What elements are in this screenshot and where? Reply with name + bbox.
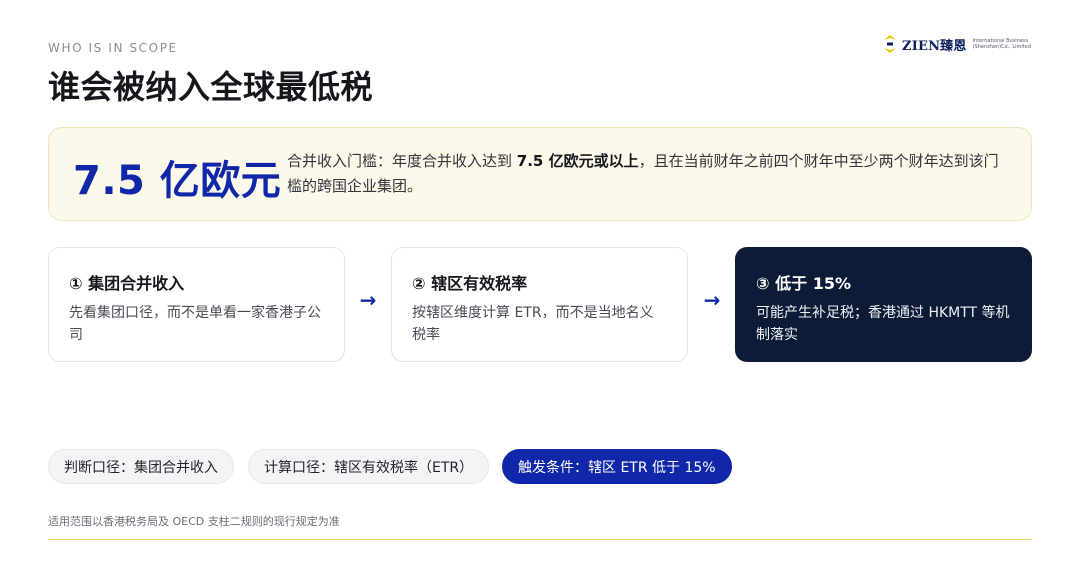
page-title: 谁会被纳入全球最低税 — [48, 68, 374, 106]
step-title: ① 集团合并收入 — [69, 274, 185, 293]
flow-arrow-icon: → — [703, 288, 721, 312]
threshold-description: 合并收入门槛：年度合并收入达到 7.5 亿欧元或以上，且在当前财年之前四个财年中… — [287, 149, 1007, 199]
step-title: ③ 低于 15% — [756, 274, 851, 293]
threshold-figure: 7.5 亿欧元 — [73, 158, 282, 204]
step-description: 按辖区维度计算 ETR，而不是当地名义税率 — [412, 305, 654, 343]
chip-calculation-basis[interactable]: 计算口径：辖区有效税率（ETR） — [248, 449, 490, 484]
footer-divider — [48, 539, 1032, 540]
revenue-threshold-card: 7.5 亿欧元 合并收入门槛：年度合并收入达到 7.5 亿欧元或以上，且在当前财… — [48, 127, 1032, 221]
step-card-below-minimum: ③ 低于 15% 可能产生补足税；香港通过 HKMTT 等机制落实 — [735, 247, 1032, 362]
step-card-group-revenue: ① 集团合并收入 先看集团口径，而不是单看一家香港子公司 — [48, 247, 345, 362]
threshold-desc-lead: 合并收入门槛：年度合并收入达到 — [287, 152, 517, 170]
logo-subtitle: International Business (Shenzhen)Co., Li… — [973, 38, 1031, 50]
step-title: ② 辖区有效税率 — [412, 274, 528, 293]
section-eyebrow: WHO IS IN SCOPE — [48, 41, 178, 55]
step-card-effective-tax-rate: ② 辖区有效税率 按辖区维度计算 ETR，而不是当地名义税率 — [391, 247, 688, 362]
footnote: 适用范围以香港税务局及 OECD 支柱二规则的现行规定为准 — [48, 515, 340, 528]
logo-subtitle-line-2: (Shenzhen)Co., Limited — [972, 44, 1031, 50]
logo-wordmark: ZIEN臻恩 — [902, 38, 967, 54]
flow-arrow-icon: → — [359, 288, 377, 312]
step-description: 先看集团口径，而不是单看一家香港子公司 — [69, 305, 321, 343]
logo-chevron-icon — [884, 35, 896, 53]
chip-judgement-basis[interactable]: 判断口径：集团合并收入 — [48, 449, 234, 484]
threshold-desc-emphasis: 7.5 亿欧元或以上 — [516, 152, 639, 170]
step-description: 可能产生补足税；香港通过 HKMTT 等机制落实 — [756, 305, 1010, 343]
chip-trigger-condition[interactable]: 触发条件：辖区 ETR 低于 15% — [502, 449, 732, 484]
company-logo: ZIEN臻恩 International Business (Shenzhen)… — [882, 33, 1034, 55]
